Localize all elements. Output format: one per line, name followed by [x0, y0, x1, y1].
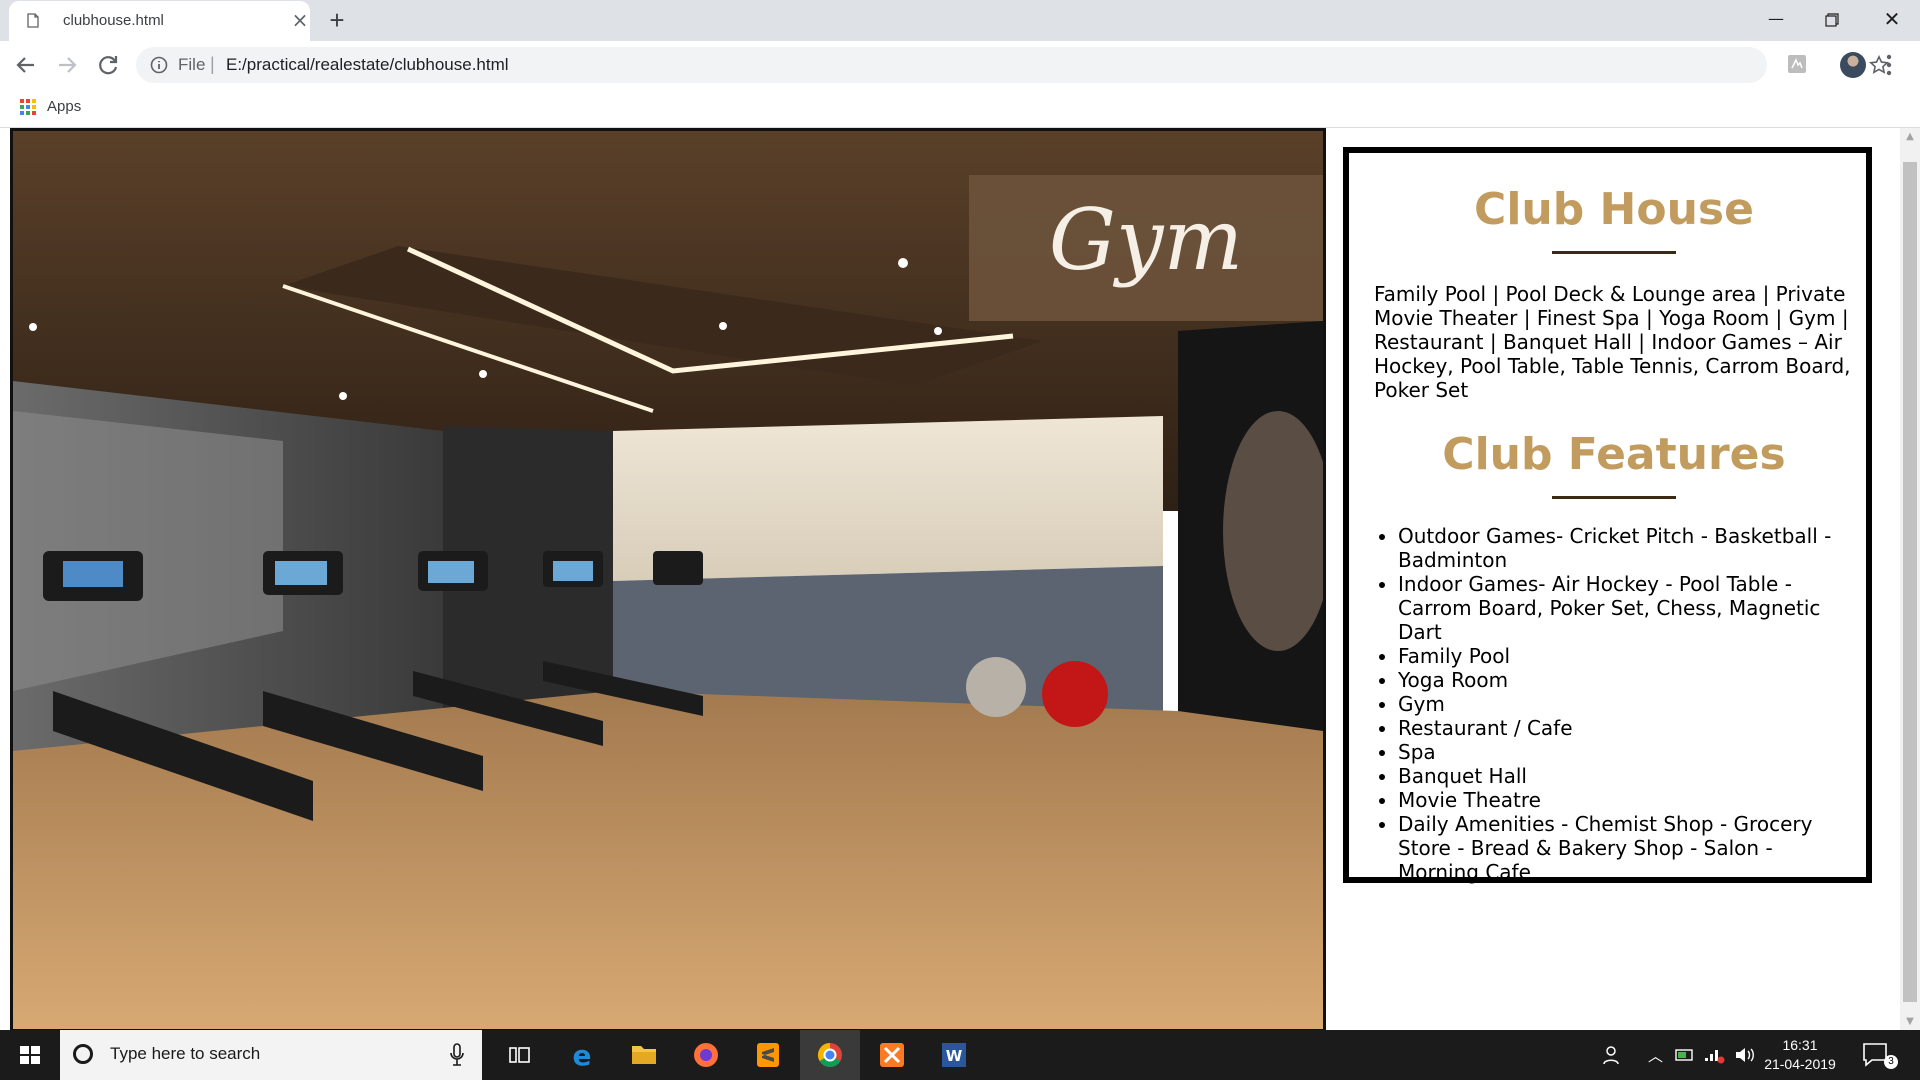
scrollbar-thumb[interactable]	[1903, 162, 1917, 1002]
taskbar-search-box[interactable]: Type here to search	[60, 1030, 482, 1080]
sublime-text-icon[interactable]	[738, 1030, 798, 1080]
address-bar[interactable]: File | E:/practical/realestate/clubhouse…	[136, 47, 1889, 83]
club-house-description: Family Pool | Pool Deck & Lounge area | …	[1374, 282, 1851, 402]
list-item: Outdoor Games- Cricket Pitch - Basketbal…	[1398, 524, 1854, 572]
forward-arrow-icon[interactable]	[53, 51, 81, 79]
new-tab-button[interactable]: +	[325, 7, 349, 33]
profile-avatar[interactable]	[1840, 52, 1866, 78]
chevron-up-icon[interactable]: ︿	[1648, 1045, 1663, 1065]
document-icon	[27, 13, 39, 28]
people-icon[interactable]	[1603, 1045, 1625, 1065]
club-info-box: Club House Family Pool | Pool Deck & Lou…	[1343, 147, 1872, 884]
browser-toolbar: File | E:/practical/realestate/clubhouse…	[0, 41, 1920, 89]
clock-time: 16:31	[1782, 1037, 1818, 1053]
info-icon[interactable]	[150, 56, 168, 74]
apps-grid-icon[interactable]	[19, 98, 37, 116]
more-menu-icon[interactable]	[1886, 52, 1892, 78]
list-item: Gym	[1398, 692, 1854, 716]
firefox-icon[interactable]	[676, 1030, 736, 1080]
volume-icon[interactable]	[1734, 1045, 1756, 1065]
gym-image-frame: Gym	[10, 128, 1326, 1030]
browser-tab[interactable]: clubhouse.html ×	[9, 1, 310, 41]
minimize-button[interactable]: —	[1748, 0, 1804, 40]
taskbar-clock[interactable]: 16:31 21-04-2019	[1762, 1036, 1838, 1074]
title-underline	[1552, 251, 1676, 254]
page-viewport: Gym Club House Family Pool | Pool Deck &…	[0, 128, 1900, 1030]
chrome-icon[interactable]	[800, 1030, 860, 1080]
bookmark-apps[interactable]: Apps	[47, 98, 81, 115]
network-icon[interactable]	[1703, 1045, 1725, 1065]
club-house-title: Club House	[1474, 184, 1754, 235]
tab-title: clubhouse.html	[63, 12, 164, 29]
url-scheme-label: File	[178, 55, 206, 74]
word-icon[interactable]: W	[924, 1030, 984, 1080]
url-text[interactable]: E:/practical/realestate/clubhouse.html	[226, 55, 509, 75]
reload-icon[interactable]	[94, 51, 122, 79]
notification-count-badge: 3	[1884, 1055, 1898, 1069]
list-item: Spa	[1398, 740, 1854, 764]
scroll-down-arrow-icon[interactable]: ▼	[1900, 1013, 1920, 1030]
tab-close-icon[interactable]: ×	[290, 10, 310, 30]
clock-date: 21-04-2019	[1764, 1056, 1836, 1072]
microphone-icon[interactable]	[450, 1043, 464, 1067]
cortana-icon	[73, 1044, 93, 1064]
title-underline	[1552, 496, 1676, 499]
list-item: Daily Amenities - Chemist Shop - Grocery…	[1398, 812, 1854, 884]
edge-icon[interactable]: e	[552, 1030, 612, 1080]
back-arrow-icon[interactable]	[12, 51, 40, 79]
gym-banner: Gym	[969, 175, 1323, 321]
url-separator: |	[210, 54, 215, 74]
list-item: Movie Theatre	[1398, 788, 1854, 812]
list-item: Yoga Room	[1398, 668, 1854, 692]
gym-caption: Gym	[1048, 191, 1244, 289]
list-item: Family Pool	[1398, 644, 1854, 668]
file-explorer-icon[interactable]	[614, 1030, 674, 1080]
close-window-button[interactable]: ✕	[1864, 0, 1920, 40]
scroll-up-arrow-icon[interactable]: ▲	[1900, 128, 1920, 145]
svg-text:e: e	[573, 1039, 592, 1072]
restore-icon	[1825, 13, 1839, 27]
list-item: Banquet Hall	[1398, 764, 1854, 788]
taskbar-search-placeholder: Type here to search	[110, 1044, 261, 1063]
list-item: Indoor Games- Air Hockey - Pool Table - …	[1398, 572, 1854, 644]
windows-taskbar: Type here to search e W ︿ 16:31 21-04-20…	[0, 1030, 1920, 1080]
club-features-title: Club Features	[1442, 429, 1786, 480]
maximize-button[interactable]	[1804, 0, 1860, 40]
page-scrollbar[interactable]: ▲ ▼	[1900, 128, 1920, 1030]
xampp-icon[interactable]	[862, 1030, 922, 1080]
browser-tab-strip: clubhouse.html × + — ✕	[0, 0, 1920, 41]
bookmarks-bar: Apps	[0, 89, 1920, 128]
windows-start-icon[interactable]	[0, 1030, 60, 1080]
task-view-icon[interactable]	[490, 1030, 550, 1080]
list-item: Restaurant / Cafe	[1398, 716, 1854, 740]
pdf-extension-icon[interactable]	[1786, 53, 1808, 75]
battery-icon[interactable]	[1674, 1045, 1696, 1065]
svg-text:W: W	[946, 1047, 963, 1065]
club-features-list: Outdoor Games- Cricket Pitch - Basketbal…	[1374, 524, 1854, 884]
